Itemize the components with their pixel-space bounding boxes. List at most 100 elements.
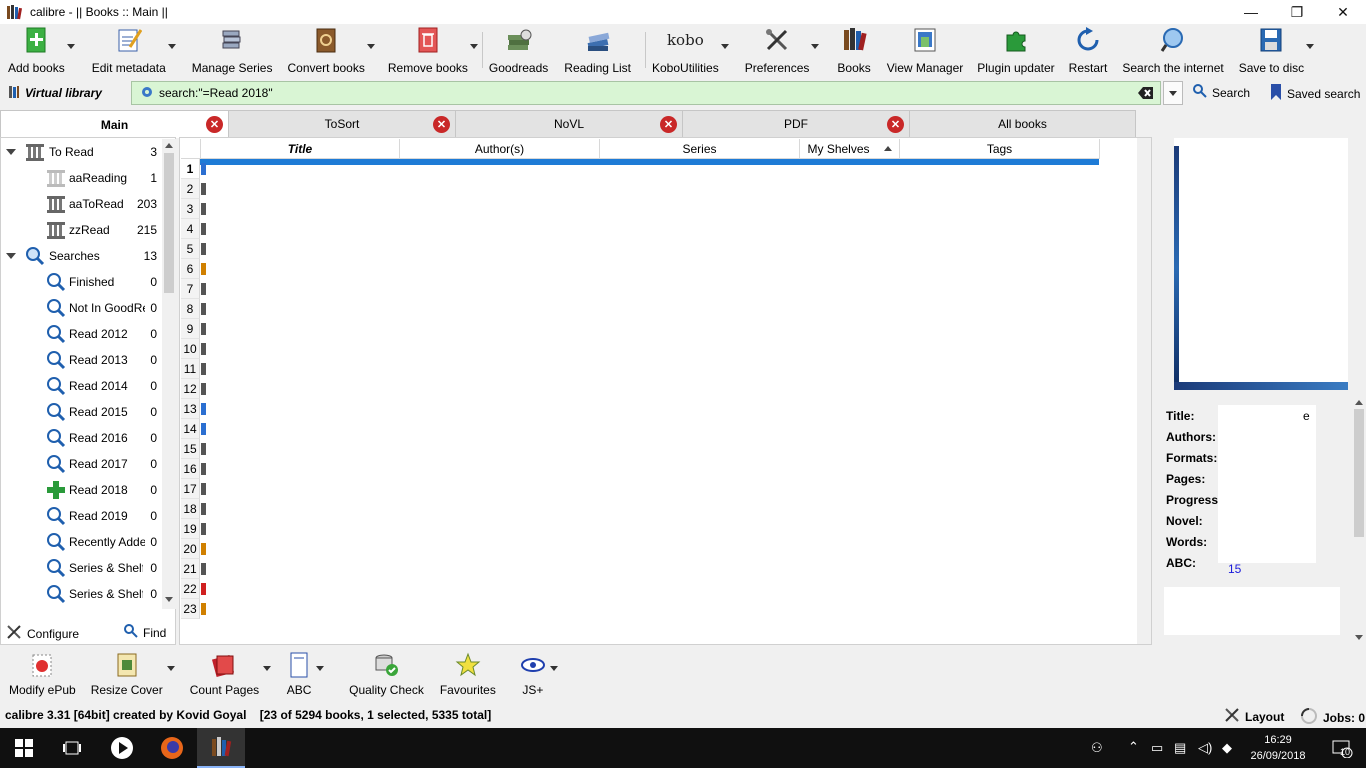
dropdown-arrow-icon[interactable] (366, 44, 375, 49)
favourites-button[interactable]: Favourites (440, 648, 496, 697)
firefox-icon[interactable] (148, 728, 196, 768)
table-row[interactable] (201, 443, 206, 455)
saved-search-read-2015[interactable]: Read 2015 0 (1, 399, 161, 425)
find-button[interactable]: Find (124, 624, 166, 641)
tab-novl[interactable]: NoVL ✕ (455, 110, 683, 137)
task-view-icon[interactable] (48, 728, 96, 768)
search-internet-button[interactable]: Search the internet (1122, 24, 1224, 76)
convert-books-button[interactable]: Convert books (287, 24, 375, 76)
modify-epub-button[interactable]: Modify ePub (9, 648, 76, 697)
table-row[interactable] (201, 383, 206, 395)
saved-search-read-2012[interactable]: Read 2012 0 (1, 321, 161, 347)
scroll-down-icon[interactable] (1355, 635, 1363, 640)
gear-icon[interactable] (140, 85, 154, 102)
tab-all-books[interactable]: All books (909, 110, 1136, 137)
tag-item-zzread[interactable]: zzRead 215 (1, 217, 161, 243)
book-cover[interactable] (1174, 138, 1348, 390)
tag-category-searches[interactable]: Searches 13 (1, 243, 161, 269)
row-number[interactable]: 18 (181, 499, 200, 519)
edit-metadata-button[interactable]: Edit metadata (92, 24, 176, 76)
table-row[interactable] (201, 303, 206, 315)
tag-item-aatoread[interactable]: aaToRead 203 (1, 191, 161, 217)
table-row[interactable] (201, 363, 206, 375)
configure-button[interactable]: Configure (6, 624, 79, 643)
row-number[interactable]: 7 (181, 279, 200, 299)
close-tab-icon[interactable]: ✕ (660, 116, 677, 133)
table-row[interactable] (201, 583, 206, 595)
saved-search-recently-added[interactable]: Recently Added 0 (1, 529, 161, 555)
table-row[interactable] (201, 283, 206, 295)
table-row[interactable] (201, 563, 206, 575)
row-number[interactable]: 19 (181, 519, 200, 539)
search-button[interactable]: Search (1193, 84, 1250, 101)
expand-arrow-icon[interactable] (6, 149, 16, 155)
table-row[interactable] (201, 603, 206, 615)
media-player-icon[interactable] (98, 728, 146, 768)
column-header-tags[interactable]: Tags (900, 139, 1100, 159)
battery-icon[interactable]: ▭ (1151, 740, 1163, 756)
tag-browser-scrollbar[interactable] (162, 139, 176, 609)
people-icon[interactable]: ⚇ (1091, 740, 1103, 756)
search-input[interactable]: search:"=Read 2018" (131, 81, 1161, 105)
table-row[interactable] (201, 523, 206, 535)
clear-search-icon[interactable] (1138, 86, 1154, 103)
dropdown-arrow-icon[interactable] (720, 44, 729, 49)
table-row[interactable] (201, 423, 206, 435)
notifications-icon[interactable]: 10 (1318, 728, 1366, 768)
dropdown-arrow-icon[interactable] (66, 44, 75, 49)
abc-button[interactable]: ABC (286, 648, 325, 697)
saved-search-read-2017[interactable]: Read 2017 0 (1, 451, 161, 477)
scrollbar-thumb[interactable] (164, 153, 174, 293)
table-row[interactable] (201, 243, 206, 255)
minimize-button[interactable]: — (1228, 0, 1274, 24)
saved-search-read-2019[interactable]: Read 2019 0 (1, 503, 161, 529)
table-row[interactable] (201, 463, 206, 475)
koboutilities-button[interactable]: kobo KoboUtilities (652, 24, 729, 76)
preferences-button[interactable]: Preferences (745, 24, 820, 76)
row-number[interactable]: 4 (181, 219, 200, 239)
tab-tosort[interactable]: ToSort ✕ (228, 110, 456, 137)
dropdown-arrow-icon[interactable] (167, 44, 176, 49)
saved-search-read-2016[interactable]: Read 2016 0 (1, 425, 161, 451)
scrollbar-thumb[interactable] (1354, 409, 1364, 537)
row-number[interactable]: 22 (181, 579, 200, 599)
saved-search-button[interactable]: Saved search (1271, 84, 1360, 103)
manage-series-button[interactable]: Manage Series (192, 24, 272, 76)
scroll-down-icon[interactable] (165, 597, 173, 602)
row-number[interactable]: 6 (181, 259, 200, 279)
saved-search-series-shelf[interactable]: Series & Shelf 0 (1, 581, 161, 607)
books-button[interactable]: Books (837, 24, 871, 76)
view-manager-button[interactable]: View Manager (887, 24, 963, 76)
column-header-my-shelves[interactable]: My Shelves (800, 139, 900, 159)
dropdown-arrow-icon[interactable] (1306, 44, 1315, 49)
column-header-title[interactable]: Title (201, 139, 400, 159)
dropdown-arrow-icon[interactable] (811, 44, 820, 49)
row-number[interactable]: 13 (181, 399, 200, 419)
table-row[interactable] (201, 183, 206, 195)
book-list[interactable]: Title Author(s) Series My Shelves Tags 1… (179, 137, 1152, 645)
row-number[interactable]: 15 (181, 439, 200, 459)
search-history-dropdown[interactable] (1163, 81, 1183, 105)
dropdown-arrow-icon[interactable] (166, 666, 175, 671)
tag-category-to-read[interactable]: To Read 3 (1, 139, 161, 165)
quality-check-button[interactable]: Quality Check (349, 648, 424, 697)
scroll-up-icon[interactable] (165, 143, 173, 148)
maximize-button[interactable]: ❐ (1274, 0, 1320, 24)
row-number[interactable]: 10 (181, 339, 200, 359)
saved-search-not-in-goodreads[interactable]: Not In GoodReads 0 (1, 295, 161, 321)
calibre-taskbar-icon[interactable] (197, 728, 245, 768)
tab-main[interactable]: Main ✕ (0, 110, 229, 138)
taskbar-clock[interactable]: 16:29 26/09/2018 (1246, 732, 1310, 764)
row-number[interactable]: 21 (181, 559, 200, 579)
dropdown-arrow-icon[interactable] (549, 666, 558, 671)
chevron-up-icon[interactable]: ⌃ (1128, 739, 1139, 755)
row-number[interactable]: 17 (181, 479, 200, 499)
column-header-authors[interactable]: Author(s) (400, 139, 600, 159)
saved-search-read-2018[interactable]: Read 2018 0 (1, 477, 161, 503)
saved-search-series-shelf[interactable]: Series & Shelf 0 (1, 555, 161, 581)
table-row[interactable] (201, 543, 206, 555)
row-number[interactable]: 11 (181, 359, 200, 379)
add-books-button[interactable]: Add books (8, 24, 75, 76)
plugin-updater-button[interactable]: Plugin updater (977, 24, 1055, 76)
volume-icon[interactable]: ◁) (1198, 740, 1212, 756)
